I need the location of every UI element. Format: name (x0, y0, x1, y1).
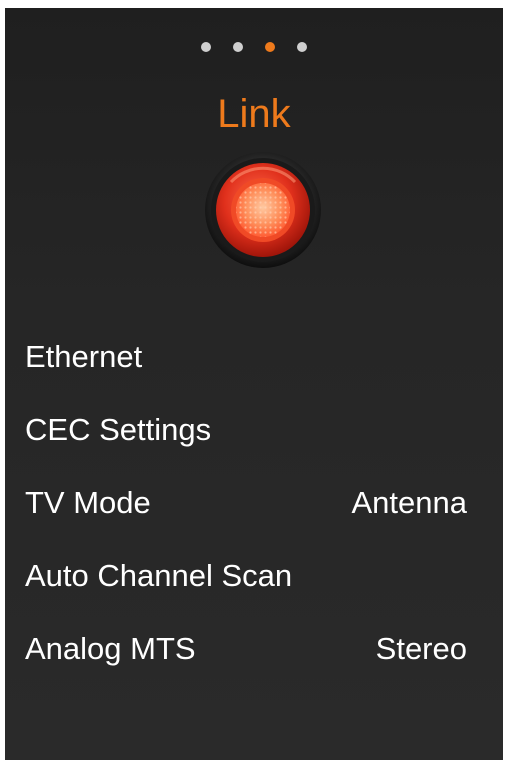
menu-item-ethernet[interactable]: Ethernet (5, 320, 503, 393)
menu-item-label: Auto Channel Scan (25, 557, 293, 593)
menu-item-analog-mts[interactable]: Analog MTS Stereo (5, 612, 503, 685)
link-speaker-icon (205, 152, 321, 268)
menu-item-value: Antenna (351, 484, 468, 520)
menu-item-value: Stereo (375, 630, 467, 666)
settings-menu: Ethernet CEC Settings TV Mode Antenna Au… (5, 320, 503, 685)
menu-item-label: Analog MTS (25, 630, 196, 666)
menu-item-tv-mode[interactable]: TV Mode Antenna (5, 466, 503, 539)
menu-item-label: CEC Settings (25, 411, 212, 447)
menu-item-label: Ethernet (25, 338, 143, 374)
menu-item-auto-channel-scan[interactable]: Auto Channel Scan (5, 539, 503, 612)
page-dot-3-active[interactable] (265, 42, 275, 52)
page-dot-4[interactable] (297, 42, 307, 52)
page-dot-1[interactable] (201, 42, 211, 52)
page-title: Link (217, 92, 291, 136)
menu-item-cec-settings[interactable]: CEC Settings (5, 393, 503, 466)
page-indicator (5, 42, 503, 52)
settings-screen: Link Ethernet CEC Settings TV Mode Anten… (5, 8, 503, 760)
page-dot-2[interactable] (233, 42, 243, 52)
menu-item-label: TV Mode (25, 484, 151, 520)
